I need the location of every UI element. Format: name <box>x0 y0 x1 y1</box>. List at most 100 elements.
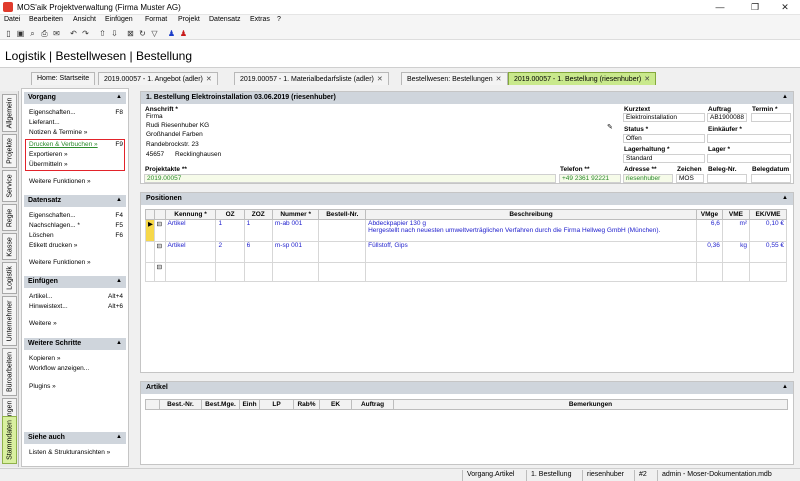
collapse-row-icon[interactable]: ⊟ <box>153 219 166 242</box>
section-vorgang[interactable]: Vorgang ▲ <box>24 92 126 104</box>
module-tab-service[interactable]: Service <box>2 170 17 202</box>
save-icon[interactable]: ▣ <box>15 28 26 39</box>
ort-field[interactable]: Recklinghausen <box>173 151 613 160</box>
task-exportieren[interactable]: Exportieren » <box>29 151 123 158</box>
refresh-icon[interactable]: ↻ <box>137 28 148 39</box>
einkaeufer-field[interactable] <box>707 134 791 143</box>
anschrift-line-4[interactable]: Randebrockstr. 23 <box>144 141 614 150</box>
collapse-icon[interactable]: ▲ <box>116 94 122 100</box>
column-header[interactable]: ZOZ <box>243 209 273 220</box>
section-siehe-auch[interactable]: Siehe auch ▲ <box>24 432 126 444</box>
tab-materialbedarfsliste[interactable]: 2019.00057 - 1. Materialbedarfsliste (ad… <box>234 72 389 85</box>
collapse-icon[interactable]: ▲ <box>116 340 122 346</box>
task-loeschen[interactable]: Löschen F6 <box>29 232 123 239</box>
column-header[interactable]: Best.Mge. <box>201 399 240 410</box>
task-notizen[interactable]: Notizen & Termine » <box>29 129 123 136</box>
cell-empty[interactable] <box>271 262 320 282</box>
cell-nummer[interactable]: m-sp 001 <box>271 241 320 263</box>
cell-empty[interactable] <box>215 262 245 282</box>
close-button[interactable]: ✕ <box>770 0 800 15</box>
task-drucken-verbuchen[interactable]: Drucken & Verbuchen » F9 <box>29 141 123 148</box>
collapse-icon[interactable]: ▲ <box>116 434 122 440</box>
redo-icon[interactable]: ↷ <box>80 28 91 39</box>
module-tab-regie[interactable]: Regie <box>2 204 17 231</box>
task-lieferant[interactable]: Lieferant... <box>29 119 123 126</box>
cell-vmge[interactable]: 0,36 <box>695 241 723 263</box>
section-einfuegen[interactable]: Einfügen ▲ <box>24 276 126 288</box>
cell-empty[interactable] <box>695 262 723 282</box>
column-header[interactable]: EK/VME <box>749 209 787 220</box>
column-header[interactable]: Auftrag <box>351 399 394 410</box>
cell-beschreibung[interactable]: Abdeckpapier 130 g Hergestellt nach neues… <box>365 219 697 242</box>
tab-bestellungen[interactable]: Bestellwesen: Bestellungen ✕ <box>401 72 508 85</box>
task-uebermitteln[interactable]: Übermitteln » <box>29 161 123 168</box>
menu-einfuegen[interactable]: Einfügen <box>105 16 133 23</box>
column-header[interactable]: Einh <box>239 399 260 410</box>
close-tab-icon[interactable]: ✕ <box>496 76 502 83</box>
belegnr-field[interactable] <box>707 174 747 183</box>
anschrift-line-1[interactable]: Firma <box>144 113 614 122</box>
user-red-icon[interactable]: ♟ <box>178 28 189 39</box>
cell-beschreibung[interactable]: Füllstoff, Gips <box>365 241 697 263</box>
collapse-row-icon[interactable]: ⊟ <box>153 241 166 263</box>
menu-bearbeiten[interactable]: Bearbeiten <box>29 16 63 23</box>
print-preview-icon[interactable]: ⌕ <box>27 28 38 39</box>
belegdatum-field[interactable] <box>751 174 791 183</box>
cell-bestellnr[interactable] <box>318 219 367 242</box>
arrow-up-icon[interactable]: ⇧ <box>97 28 108 39</box>
cell-oz[interactable]: 2 <box>215 241 245 263</box>
cell-vmge[interactable]: 6,6 <box>695 219 723 242</box>
cell-zoz[interactable]: 1 <box>243 219 273 242</box>
zeichen-field[interactable]: MOS <box>676 174 704 183</box>
menu-format[interactable]: Format <box>145 16 167 23</box>
collapse-icon[interactable]: ▲ <box>782 94 788 100</box>
termin-field[interactable] <box>751 113 791 122</box>
column-header[interactable]: Bemerkungen <box>393 399 788 410</box>
close-tab-icon[interactable]: ✕ <box>206 76 212 83</box>
print-icon[interactable]: ⎙ <box>39 28 50 39</box>
column-header[interactable]: LP <box>259 399 294 410</box>
mail-icon[interactable]: ✉ <box>51 28 62 39</box>
cell-bestellnr[interactable] <box>318 241 367 263</box>
module-tab-allgemein[interactable]: Allgemein <box>2 94 17 132</box>
arrow-down-icon[interactable]: ⇩ <box>109 28 120 39</box>
adresse-field[interactable]: riesenhuber <box>623 174 673 183</box>
menu-extras[interactable]: Extras <box>250 16 270 23</box>
plz-field[interactable]: 45657 <box>144 151 172 160</box>
close-tab-icon[interactable]: ✕ <box>644 76 650 83</box>
cell-empty[interactable] <box>164 262 217 282</box>
column-header[interactable]: Bestell-Nr. <box>318 209 367 220</box>
tab-bestellung-active[interactable]: 2019.00057 - 1. Bestellung (riesenhuber)… <box>508 72 657 85</box>
lagerhaltung-field[interactable]: Standard <box>623 154 705 163</box>
cell-kennung[interactable]: Artikel <box>164 241 217 263</box>
cell-empty[interactable] <box>749 262 787 282</box>
kurztext-field[interactable]: Elektroinstallation <box>623 113 705 122</box>
column-header[interactable]: Nummer * <box>271 209 320 220</box>
column-header[interactable]: VMge <box>695 209 723 220</box>
column-header[interactable]: VME <box>721 209 751 220</box>
projektakte-field[interactable]: 2019.00057 <box>144 174 556 183</box>
cell-empty[interactable] <box>721 262 751 282</box>
module-tab-projekte[interactable]: Projekte <box>2 134 17 168</box>
task-listen[interactable]: Listen & Strukturansichten » <box>29 449 123 456</box>
collapse-icon[interactable]: ▲ <box>782 384 788 390</box>
task-ds-weitere-funktionen[interactable]: Weitere Funktionen » <box>29 259 123 266</box>
collapse-row-icon[interactable]: ⊟ <box>153 262 166 282</box>
section-datensatz[interactable]: Datensatz ▲ <box>24 195 126 207</box>
task-artikel[interactable]: Artikel... Alt+4 <box>29 293 123 300</box>
cell-oz[interactable]: 1 <box>215 219 245 242</box>
table-row[interactable]: ▶ ⊟ Artikel 1 1 m-ab 001 Abdeckpapier 13… <box>145 219 787 242</box>
cell-empty[interactable] <box>318 262 367 282</box>
module-tab-stammdaten[interactable]: Stammdaten <box>2 416 17 464</box>
cell-empty[interactable] <box>365 262 697 282</box>
task-hinweistext[interactable]: Hinweistext... Alt+6 <box>29 303 123 310</box>
minimize-button[interactable]: — <box>705 0 735 15</box>
menu-help[interactable]: ? <box>277 16 281 23</box>
cell-nummer[interactable]: m-ab 001 <box>271 219 320 242</box>
module-tab-unternehmer[interactable]: Unternehmer <box>2 296 17 346</box>
anschrift-line-3[interactable]: Großhandel Farben <box>144 131 614 140</box>
menu-projekt[interactable]: Projekt <box>178 16 200 23</box>
collapse-icon[interactable]: ▲ <box>116 278 122 284</box>
menu-datei[interactable]: Datei <box>4 16 20 23</box>
module-tab-logistik[interactable]: Logistik <box>2 262 17 294</box>
